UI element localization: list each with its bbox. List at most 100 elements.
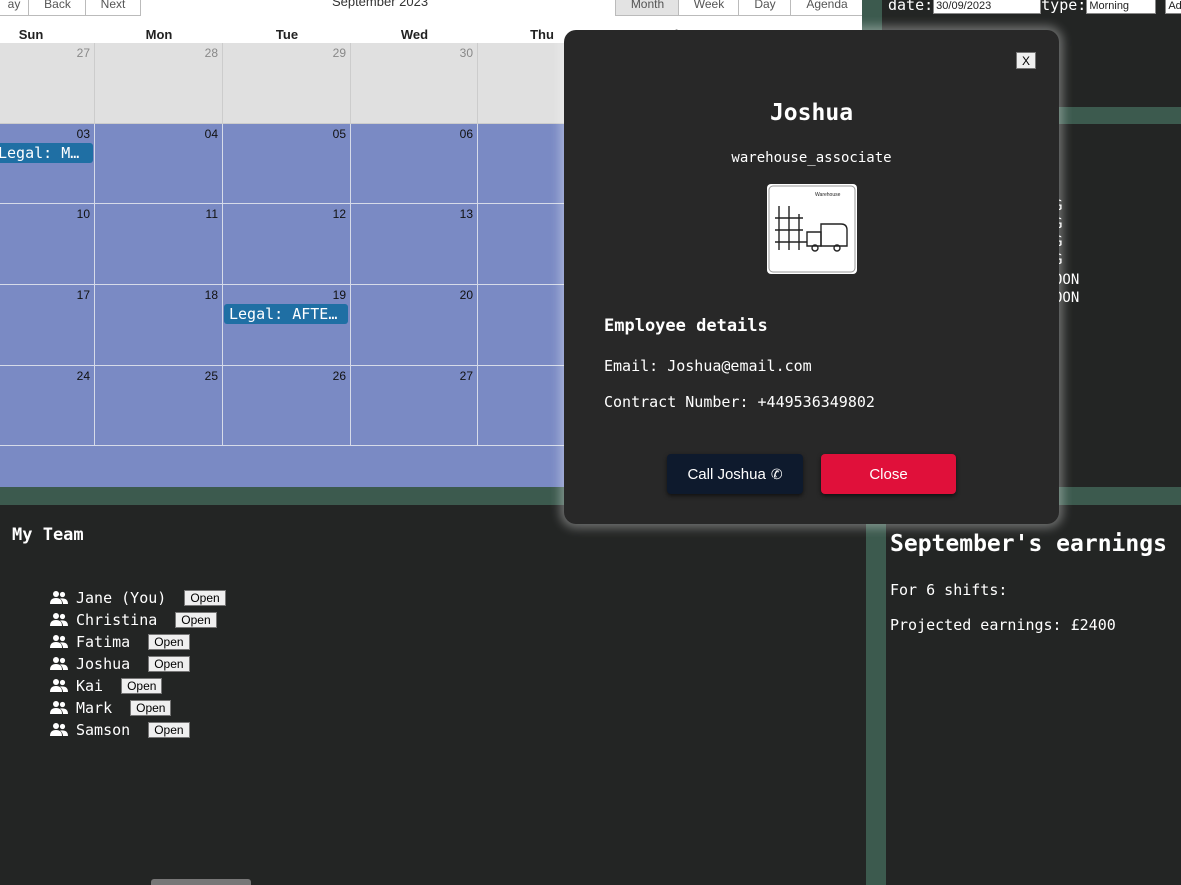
day-cell[interactable]: 24 — [0, 366, 95, 446]
image-caption: Warehouse — [815, 192, 841, 198]
day-number[interactable]: 27 — [77, 46, 90, 60]
day-number[interactable]: 26 — [333, 369, 346, 383]
day-number[interactable]: 03 — [77, 127, 90, 141]
day-cell[interactable]: 18 — [95, 285, 223, 366]
employee-workplace-image: Warehouse — [767, 184, 857, 274]
day-cell[interactable]: 30 — [351, 43, 478, 124]
day-cell[interactable]: 27 — [0, 43, 95, 124]
team-member-row: Fatima Open — [50, 632, 190, 652]
team-member-name: Joshua — [76, 655, 131, 673]
view-month-button[interactable]: Month — [615, 0, 680, 16]
today-button[interactable]: ay — [0, 0, 30, 16]
day-number[interactable]: 25 — [205, 369, 218, 383]
day-number[interactable]: 27 — [460, 369, 473, 383]
day-number[interactable]: 06 — [460, 127, 473, 141]
day-cell[interactable]: 28 — [95, 43, 223, 124]
day-number[interactable]: 24 — [77, 369, 90, 383]
type-label: type: — [1041, 0, 1087, 14]
day-number[interactable]: 04 — [205, 127, 218, 141]
close-button[interactable]: Close — [821, 454, 956, 494]
next-button[interactable]: Next — [85, 0, 141, 16]
employee-contract-number: Contract Number: +449536349802 — [604, 393, 875, 411]
open-member-button[interactable]: Open — [130, 700, 172, 716]
date-label: date: — [888, 0, 934, 14]
weekday-wed: Wed — [400, 27, 429, 42]
weekday-mon: Mon — [145, 27, 173, 42]
team-member-name: Mark — [76, 699, 113, 717]
team-title: My Team — [12, 525, 84, 545]
day-number[interactable]: 17 — [77, 288, 90, 302]
team-member-row: Joshua Open — [50, 654, 190, 674]
day-number[interactable]: 11 — [206, 207, 218, 221]
open-member-button[interactable]: Open — [184, 590, 226, 606]
call-button[interactable]: Call Joshua ✆ — [667, 454, 803, 494]
date-input[interactable]: 30/09/2023 — [933, 0, 1042, 14]
modal-close-x-button[interactable]: X — [1016, 52, 1036, 69]
day-number[interactable]: 13 — [460, 207, 473, 221]
call-button-label: Call Joshua — [687, 465, 766, 483]
view-day-button[interactable]: Day — [738, 0, 792, 16]
users-icon — [50, 657, 68, 670]
day-cell[interactable]: 04 — [95, 124, 223, 204]
day-cell[interactable]: 03 — [0, 124, 95, 204]
day-cell[interactable]: 29 — [223, 43, 351, 124]
day-number[interactable]: 29 — [333, 46, 346, 60]
team-member-name: Samson — [76, 721, 131, 739]
day-cell[interactable]: 11 — [95, 204, 223, 285]
day-number[interactable]: 28 — [205, 46, 218, 60]
day-cell[interactable]: 26 — [223, 366, 351, 446]
day-cell[interactable]: 10 — [0, 204, 95, 285]
users-icon — [50, 635, 68, 648]
team-member-row: Mark Open — [50, 698, 172, 718]
details-heading: Employee details — [604, 316, 768, 336]
day-cell[interactable]: 13 — [351, 204, 478, 285]
type-select[interactable]: Morning — [1086, 0, 1157, 14]
users-icon — [50, 723, 68, 736]
shift-event[interactable]: Legal: AFTERNOON — [224, 304, 348, 324]
view-agenda-button[interactable]: Agenda — [790, 0, 862, 16]
back-button[interactable]: Back — [28, 0, 87, 16]
day-cell[interactable]: 06 — [351, 124, 478, 204]
day-number[interactable]: 05 — [333, 127, 346, 141]
phone-icon: ✆ — [770, 465, 783, 482]
day-cell[interactable]: 05 — [223, 124, 351, 204]
earnings-shift-count: For 6 shifts: — [890, 581, 1008, 599]
team-member-name: Fatima — [76, 633, 131, 651]
open-member-button[interactable]: Open — [175, 612, 217, 628]
day-number[interactable]: 30 — [460, 46, 473, 60]
day-number[interactable]: 10 — [77, 207, 90, 221]
users-icon — [50, 613, 68, 626]
open-member-button[interactable]: Open — [121, 678, 163, 694]
earnings-projected: Projected earnings: £2400 — [890, 616, 1116, 634]
my-team-panel: My Team Jane (You) Open Christina Open Fatim… — [0, 505, 866, 885]
team-member-row: Christina Open — [50, 610, 217, 630]
day-number[interactable]: 12 — [333, 207, 346, 221]
view-week-button[interactable]: Week — [678, 0, 740, 16]
day-cell[interactable]: 27 — [351, 366, 478, 446]
shift-event[interactable]: Legal: MORNING — [0, 143, 93, 163]
day-number[interactable]: 18 — [205, 288, 218, 302]
day-cell[interactable]: 12 — [223, 204, 351, 285]
day-number[interactable]: 19 — [333, 288, 346, 302]
earnings-title: September's earnings — [890, 531, 1167, 557]
team-member-name: Christina — [76, 611, 158, 629]
team-member-name: Jane (You) — [76, 589, 167, 607]
scrollbar-thumb[interactable] — [151, 879, 251, 885]
add-shift-form: date:30/09/2023type:Morning Add — [888, 0, 1181, 14]
calendar-title: September 2023 — [331, 0, 429, 9]
day-cell[interactable]: 20 — [351, 285, 478, 366]
open-member-button[interactable]: Open — [148, 634, 190, 650]
day-cell[interactable]: 25 — [95, 366, 223, 446]
day-cell[interactable]: 17 — [0, 285, 95, 366]
weekday-sun: Sun — [18, 27, 44, 42]
team-member-row: Jane (You) Open — [50, 588, 226, 608]
add-shift-button[interactable]: Add — [1165, 0, 1181, 14]
open-member-button[interactable]: Open — [148, 656, 190, 672]
employee-name: Joshua — [769, 100, 854, 126]
day-cell[interactable]: 19 — [223, 285, 351, 366]
divider — [866, 487, 886, 885]
users-icon — [50, 591, 68, 604]
day-number[interactable]: 20 — [460, 288, 473, 302]
open-member-button[interactable]: Open — [148, 722, 190, 738]
team-member-row: Samson Open — [50, 720, 190, 740]
